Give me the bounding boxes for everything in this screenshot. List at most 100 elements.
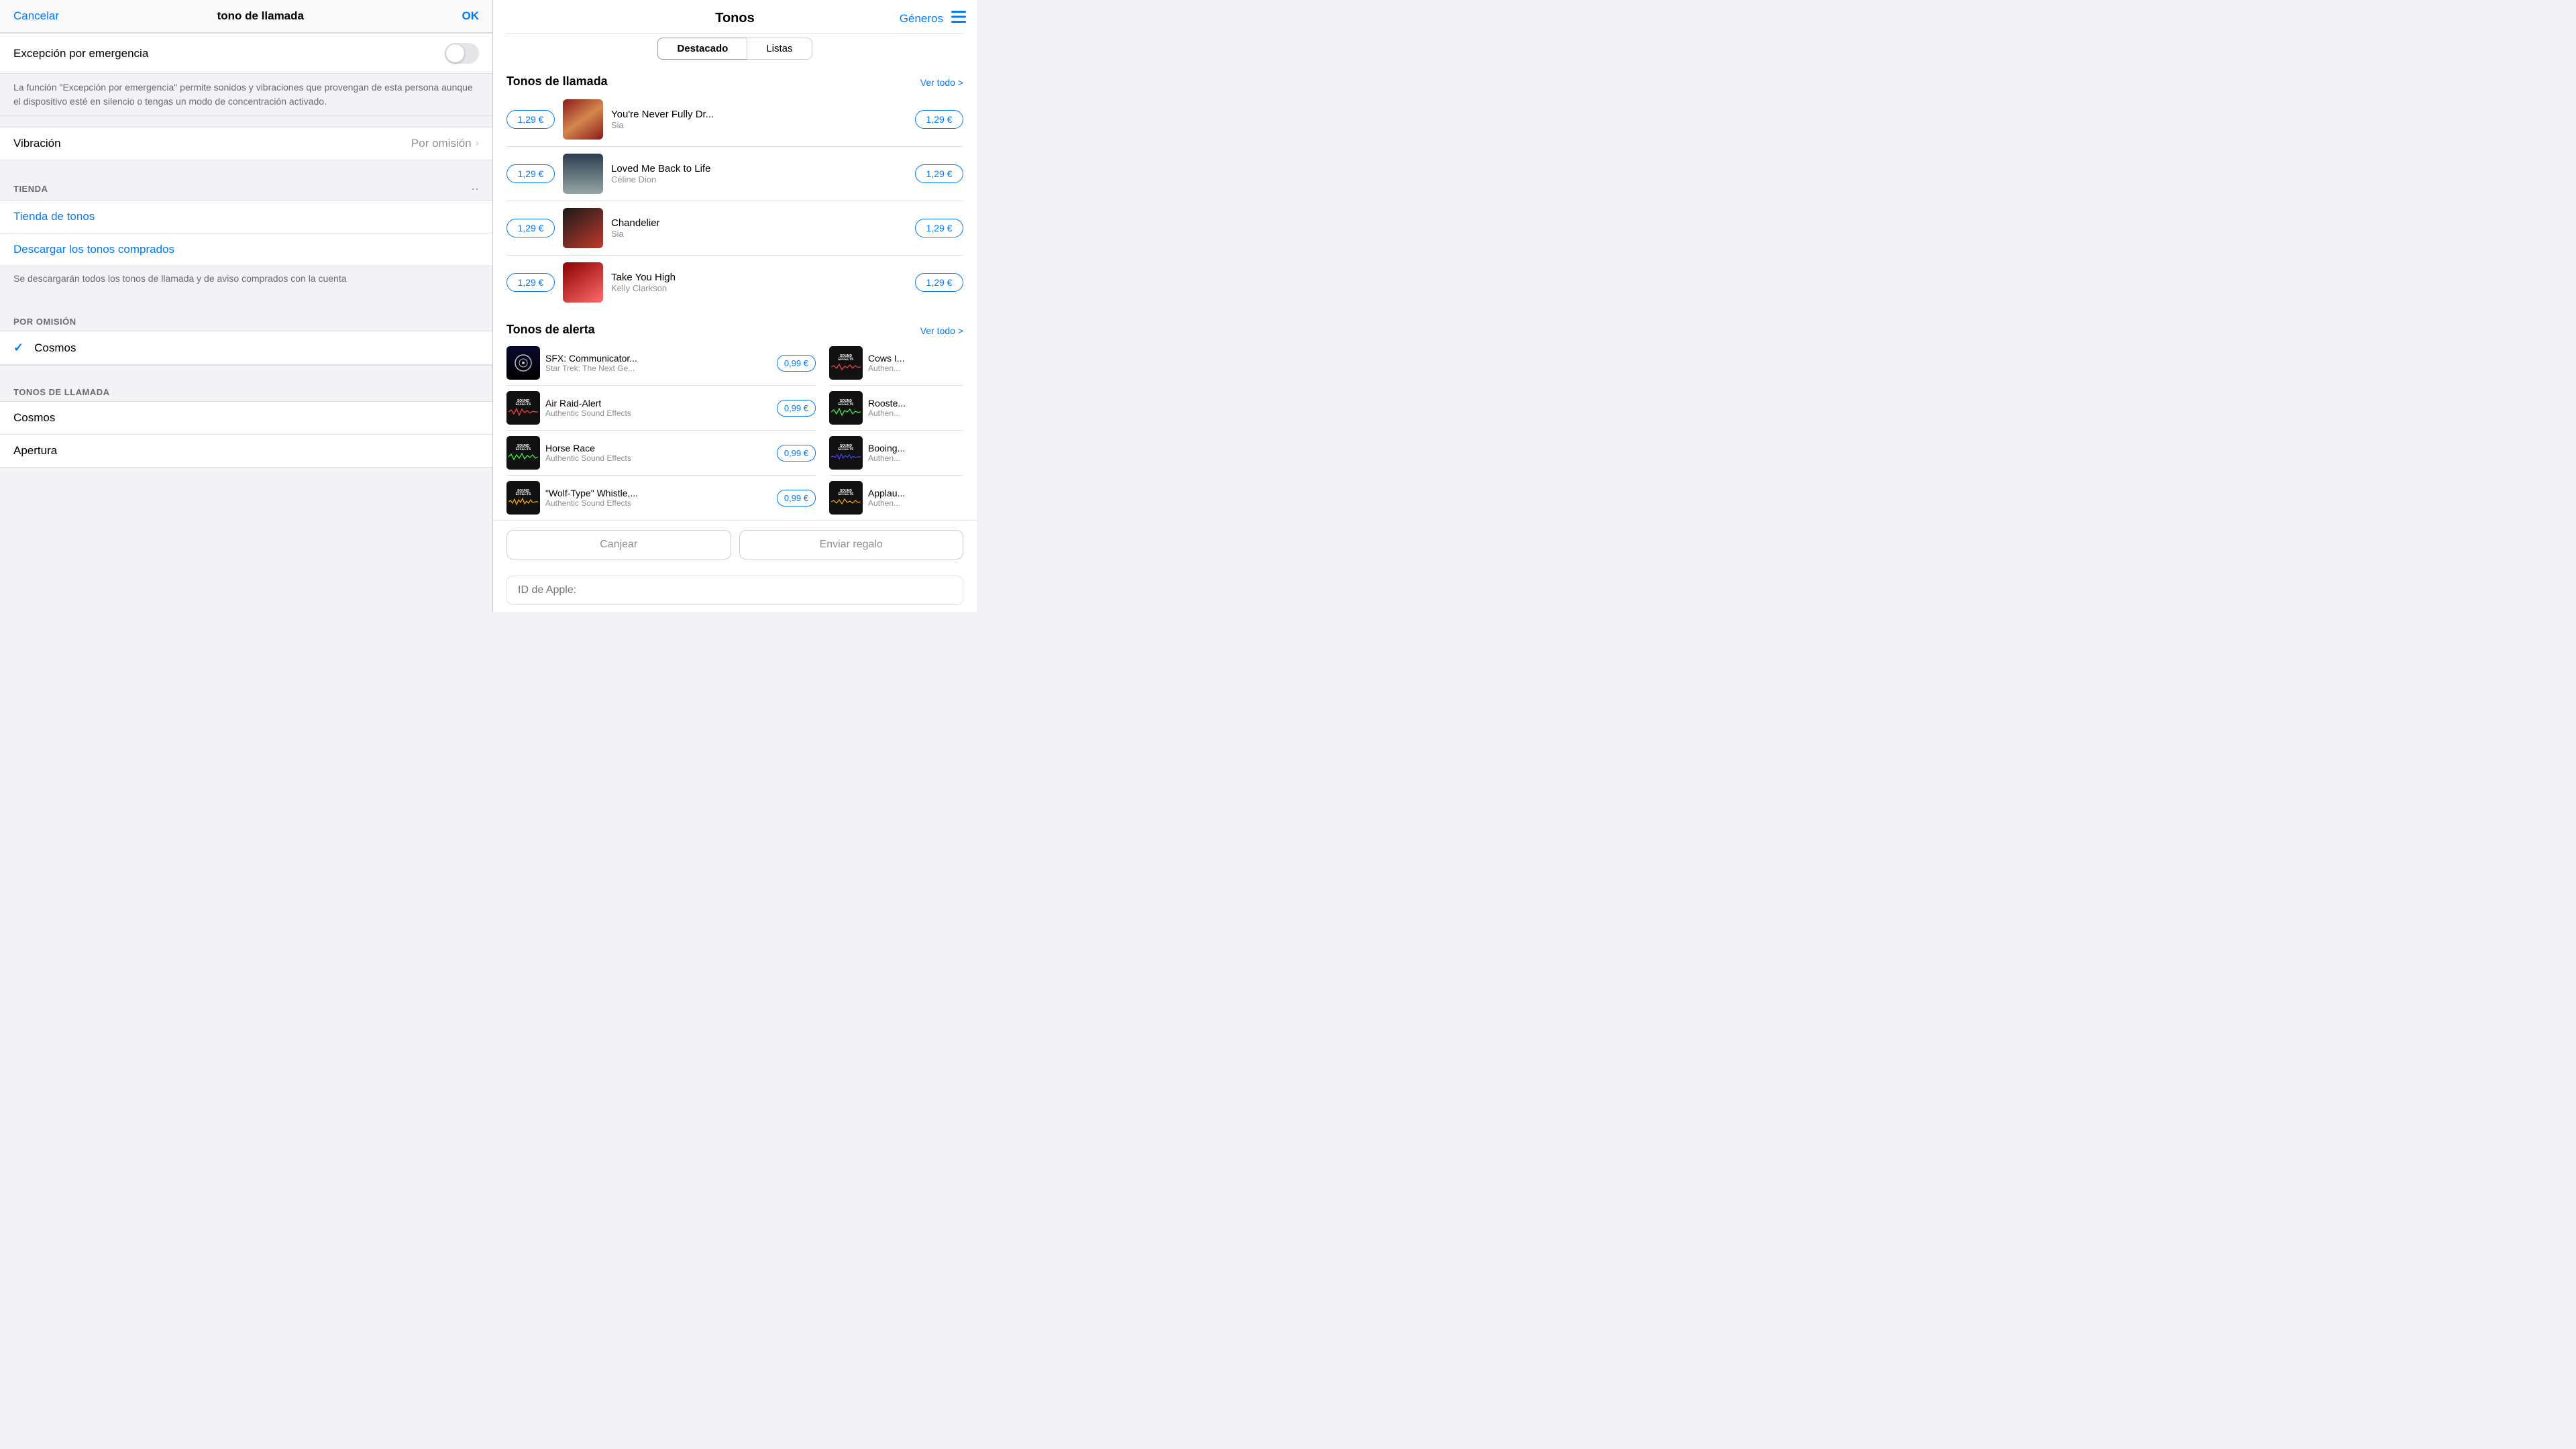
alert-name-r2: Rooste... — [868, 398, 963, 409]
ringtone-name-3: Chandelier — [611, 217, 915, 229]
tonos-llamada-label: TONOS DE LLAMADA — [13, 387, 110, 397]
generos-button[interactable]: Géneros — [900, 12, 943, 25]
ringtone-info-1: You're Never Fully Dr... Sia — [611, 109, 915, 130]
price-button-2[interactable]: 1,29 € — [506, 164, 555, 183]
alert-price-button-3[interactable]: 0,99 € — [777, 445, 816, 462]
ringtone-info-4: Take You High Kelly Clarkson — [611, 272, 915, 293]
alert-name-3: Horse Race — [545, 443, 771, 453]
alert-info-3: Horse Race Authentic Sound Effects — [545, 443, 771, 463]
descargar-label: Descargar los tonos comprados — [13, 243, 174, 256]
alert-info-1: SFX: Communicator... Star Trek: The Next… — [545, 353, 771, 373]
left-panel: Cancelar tono de llamada OK Excepción po… — [0, 0, 493, 612]
alert-price-button-4[interactable]: 0,99 € — [777, 490, 816, 506]
alert-tones-grid: SFX: Communicator... Star Trek: The Next… — [493, 341, 977, 520]
store-title: Tonos — [506, 11, 963, 26]
alert-right-col: SOUNDEFFECTS Cows I... Authen... SOUNDEF… — [829, 341, 963, 520]
apple-id-row — [493, 569, 977, 612]
ringtone-item: 1,29 € You're Never Fully Dr... Sia 1,29… — [506, 93, 963, 147]
descargar-description-block: Se descargarán todos los tonos de llamad… — [0, 266, 492, 295]
price-button-right-4[interactable]: 1,29 € — [915, 273, 963, 292]
alert-artist-r2: Authen... — [868, 409, 963, 418]
tab-listas[interactable]: Listas — [747, 38, 812, 60]
ringtone-info-3: Chandelier Sia — [611, 217, 915, 239]
alert-name-r4: Applau... — [868, 488, 963, 498]
ringtone-name-2: Loved Me Back to Life — [611, 163, 915, 174]
alert-artist-2: Authentic Sound Effects — [545, 409, 771, 418]
price-button-right-2[interactable]: 1,29 € — [915, 164, 963, 183]
tonos-llamada-store-section: Tonos de llamada Ver todo > — [493, 68, 977, 93]
price-button-1[interactable]: 1,29 € — [506, 110, 555, 129]
alert-name-2: Air Raid-Alert — [545, 398, 771, 409]
alert-name-r1: Cows I... — [868, 353, 963, 364]
alert-price-button-2[interactable]: 0,99 € — [777, 400, 816, 417]
alert-item-right: SOUNDEFFECTS Cows I... Authen... — [829, 341, 963, 386]
alert-info-r2: Rooste... Authen... — [868, 398, 963, 418]
album-art-3 — [563, 208, 603, 248]
alert-art-r4: SOUNDEFFECTS — [829, 481, 863, 515]
list-item[interactable]: Cosmos — [0, 402, 492, 435]
store-header: Tonos Géneros — [493, 0, 977, 33]
album-art-2 — [563, 154, 603, 194]
cosmos-ringtone-label: Cosmos — [13, 411, 479, 425]
alert-info-r3: Booing... Authen... — [868, 443, 963, 463]
cosmos-check-row[interactable]: ✓ Cosmos — [0, 331, 492, 365]
list-item[interactable]: Apertura — [0, 435, 492, 467]
alert-price-button-1[interactable]: 0,99 € — [777, 355, 816, 372]
enviar-regalo-button[interactable]: Enviar regalo — [739, 530, 964, 559]
alert-item-right: SOUNDEFFECTS Rooste... Authen... — [829, 386, 963, 431]
emergencia-toggle[interactable] — [445, 43, 479, 64]
alert-art-r1: SOUNDEFFECTS — [829, 346, 863, 380]
ok-button[interactable]: OK — [462, 9, 480, 23]
alert-info-2: Air Raid-Alert Authentic Sound Effects — [545, 398, 771, 418]
ringtone-artist-3: Sia — [611, 229, 915, 239]
alert-art-r3: SOUNDEFFECTS — [829, 436, 863, 470]
alert-item-right: SOUNDEFFECTS Booing... Authen... — [829, 431, 963, 476]
alert-info-r1: Cows I... Authen... — [868, 353, 963, 373]
tonos-alerta-store-title: Tonos de alerta — [506, 323, 595, 337]
ver-todo-llamada-button[interactable]: Ver todo > — [920, 77, 963, 88]
por-omision-label: POR OMISIÓN — [13, 317, 76, 327]
alert-artist-r4: Authen... — [868, 498, 963, 508]
price-button-right-1[interactable]: 1,29 € — [915, 110, 963, 129]
alert-name-4: "Wolf-Type" Whistle,... — [545, 488, 771, 498]
tienda-tonos-link[interactable]: Tienda de tonos — [0, 201, 492, 233]
album-art-1 — [563, 99, 603, 140]
vibracion-label: Vibración — [13, 137, 411, 150]
descargar-link[interactable]: Descargar los tonos comprados — [0, 233, 492, 266]
tab-bar: Destacado Listas — [493, 34, 977, 68]
tonos-llamada-header: TONOS DE LLAMADA — [0, 379, 492, 401]
ringtone-artist-1: Sia — [611, 120, 915, 130]
menu-icon[interactable] — [951, 11, 966, 26]
vibracion-section: Vibración Por omisión › — [0, 127, 492, 160]
price-button-4[interactable]: 1,29 € — [506, 273, 555, 292]
alert-item: SFX: Communicator... Star Trek: The Next… — [506, 341, 816, 386]
alert-art-1 — [506, 346, 540, 380]
price-button-right-3[interactable]: 1,29 € — [915, 219, 963, 237]
alert-item: SOUNDEFFECTS Horse Race Authentic Sound … — [506, 431, 816, 476]
alert-artist-3: Authentic Sound Effects — [545, 453, 771, 463]
price-button-3[interactable]: 1,29 € — [506, 219, 555, 237]
tonos-alerta-store-section: Tonos de alerta Ver todo > — [493, 316, 977, 341]
canjear-button[interactable]: Canjear — [506, 530, 731, 559]
alert-artist-r3: Authen... — [868, 453, 963, 463]
ringtone-name-4: Take You High — [611, 272, 915, 283]
ringtone-item: 1,29 € Loved Me Back to Life Céline Dion… — [506, 147, 963, 201]
alert-art-3: SOUNDEFFECTS — [506, 436, 540, 470]
emergencia-description: La función "Excepción por emergencia" pe… — [13, 82, 473, 107]
vibracion-row[interactable]: Vibración Por omisión › — [0, 127, 492, 160]
ringtone-list: 1,29 € You're Never Fully Dr... Sia 1,29… — [493, 93, 977, 309]
tienda-label: TIENDA — [13, 184, 48, 194]
ver-todo-alerta-button[interactable]: Ver todo > — [920, 325, 963, 336]
alert-item: SOUNDEFFECTS Air Raid-Alert Authentic So… — [506, 386, 816, 431]
apple-id-input[interactable] — [506, 576, 963, 605]
alert-info-r4: Applau... Authen... — [868, 488, 963, 508]
tab-destacado[interactable]: Destacado — [657, 38, 747, 60]
alert-artist-4: Authentic Sound Effects — [545, 498, 771, 508]
cancel-button[interactable]: Cancelar — [13, 9, 59, 23]
apertura-ringtone-label: Apertura — [13, 444, 479, 458]
ringtone-artist-4: Kelly Clarkson — [611, 283, 915, 293]
ringtone-item: 1,29 € Chandelier Sia 1,29 € — [506, 201, 963, 256]
por-omision-header: POR OMISIÓN — [0, 309, 492, 331]
cosmos-check-label: Cosmos — [34, 341, 76, 355]
alert-art-2: SOUNDEFFECTS — [506, 391, 540, 425]
